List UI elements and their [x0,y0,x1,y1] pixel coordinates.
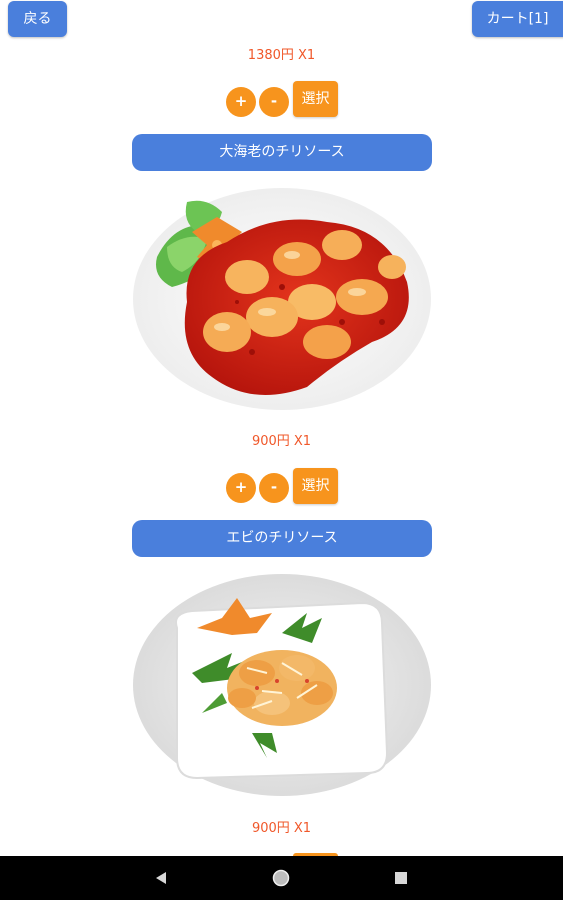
item-price: 900円 X1 [251,821,312,836]
minus-button[interactable]: - [259,87,289,117]
dish-name-bar[interactable]: 大海老のチリソース [132,134,432,171]
back-button[interactable]: 戻る [8,1,67,37]
select-button[interactable]: 選択 [293,468,338,504]
dish-photo-large-shrimp-chili[interactable] [132,187,432,412]
plus-button[interactable]: + [226,473,256,503]
select-button[interactable]: 選択 [293,81,338,117]
dish-photo-shrimp-chili[interactable] [132,573,432,798]
square-recents-icon[interactable] [395,872,407,884]
minus-button[interactable]: - [259,473,289,503]
menu-screen: 戻る カート[1] 1380円 X1 + - 選択 大海老のチリソース 900円… [0,0,563,900]
circle-home-icon[interactable] [272,869,290,887]
triangle-back-icon[interactable] [154,871,168,885]
item-price: 900円 X1 [251,434,312,449]
navigation-bar [0,856,563,900]
plus-button[interactable]: + [226,87,256,117]
cart-button[interactable]: カート[1] [472,1,563,37]
item-price: 1380円 X1 [247,48,316,63]
dish-name-bar[interactable]: エビのチリソース [132,520,432,557]
